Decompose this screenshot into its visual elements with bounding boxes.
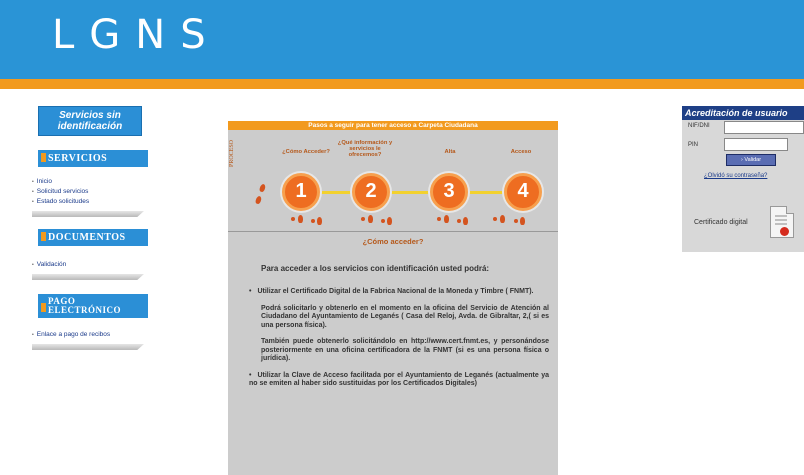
footprint-icon [291,217,295,221]
footprint-icon [514,219,518,223]
acreditacion-panel: Acreditación de usuario NIF/DNI PIN › Va… [682,106,804,252]
footprint-icon [298,215,303,223]
paragraph-fnmt-web: También puede obtenerlo solicitándolo en… [261,338,549,362]
sidebar-link-solicitud-servicios[interactable]: Solicitud servicios [30,187,150,197]
sidebar-divider [32,344,144,350]
sidebar-link-validacion[interactable]: Validación [30,260,150,270]
site-logo[interactable]: LGNS [52,12,221,58]
step-label-2[interactable]: ¿Qué información y servicios le ofrecemo… [336,140,394,158]
certificate-icon[interactable] [770,206,794,238]
steps-title: Pasos a seguir para tener acceso a Carpe… [228,121,558,130]
sidebar-link-pago-recibos[interactable]: Enlace a pago de recibos [30,330,150,340]
sidebar-title: Servicios sin identificación [38,106,142,136]
footprint-icon [500,215,505,223]
pin-input[interactable] [724,138,788,151]
step-label-1[interactable]: ¿Cómo Acceder? [274,149,338,155]
footprint-icon [311,219,315,223]
certificate-label: Certificado digital [694,219,748,226]
sidebar-link-inicio[interactable]: Inicio [30,177,150,187]
footprint-icon [254,195,263,205]
step-2-circle[interactable]: 2 [352,173,390,211]
acreditacion-title: Acreditación de usuario [682,106,804,120]
section-title: ¿Cómo acceder? [362,237,424,246]
footprint-icon [368,215,373,223]
step-label-4[interactable]: Acceso [496,149,546,155]
site-header: LGNS [0,0,804,79]
document-lines-icon [775,215,787,217]
section-header-label: SERVICIOS [48,153,108,164]
section-header-label-line2: ELECTRÓNICO [48,305,122,315]
section-header-servicios: SERVICIOS [38,150,148,167]
seal-icon [780,227,789,236]
pin-label: PIN [688,142,699,148]
sidebar-divider [32,211,144,217]
footprint-icon [361,217,365,221]
section-header-documentos: DOCUMENTOS [38,229,148,246]
steps-diagram: PROCESO ¿Cómo Acceder? ¿Qué información … [228,130,558,232]
sidebar-link-estado-solicitudes[interactable]: Estado solicitudes [30,197,150,207]
section-header-label: DOCUMENTOS [48,232,126,243]
footprint-icon [520,217,525,225]
steps-connector-line [288,191,518,194]
sidebar: Servicios sin identificación SERVICIOS I… [30,106,150,350]
footprint-icon [437,217,441,221]
intro-text: Para acceder a los servicios con identif… [261,264,490,273]
step-4-circle[interactable]: 4 [504,173,542,211]
main-panel: Pasos a seguir para tener acceso a Carpe… [228,121,558,475]
bullet-certificado-digital: Utilizar el Certificado Digital de la Fa… [249,288,549,297]
footprint-icon [463,217,468,225]
bullet-square-icon [41,153,46,162]
footprint-icon [381,219,385,223]
bullet-square-icon [41,303,46,312]
forgot-password-link[interactable]: ¿Olvidó su contraseña? [704,173,767,179]
validar-button[interactable]: › Validar [726,154,776,166]
footprint-icon [444,215,449,223]
step-1-circle[interactable]: 1 [282,173,320,211]
footprint-icon [493,217,497,221]
bullet-square-icon [41,232,46,241]
footprint-icon [457,219,461,223]
step-label-3[interactable]: Alta [428,149,472,155]
footprint-icon [258,183,267,193]
footprint-icon [387,217,392,225]
paragraph-oficina: Podrá solicitarlo y obtenerlo en el mome… [261,304,549,329]
sidebar-divider [32,274,144,280]
step-3-circle[interactable]: 3 [430,173,468,211]
section-header-pago: PAGO ELECTRÓNICO [38,294,148,318]
footprint-icon [317,217,322,225]
process-side-label: PROCESO [229,139,235,167]
bullet-clave-acceso: Utilizar la Clave de Acceso facilitada p… [249,372,549,389]
nif-label: NIF/DNI [688,123,710,129]
nif-input[interactable] [724,121,804,134]
header-accent-bar [0,79,804,89]
content-body: Utilizar el Certificado Digital de la Fa… [249,288,549,397]
